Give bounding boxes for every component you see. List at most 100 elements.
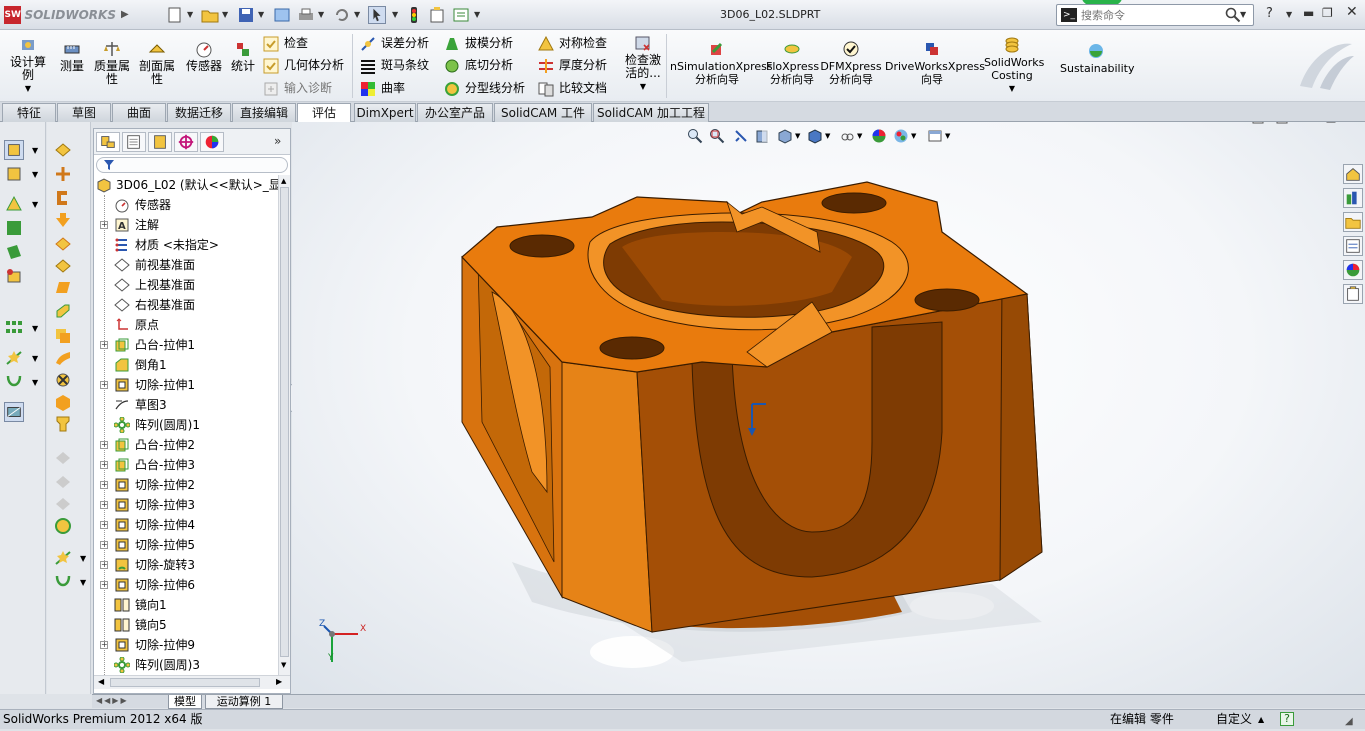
expand-icon[interactable]: + bbox=[100, 581, 108, 589]
compare-documents-button[interactable]: 比较文档 bbox=[538, 79, 607, 97]
select-arrow-icon[interactable] bbox=[368, 6, 386, 24]
home-icon[interactable] bbox=[1343, 164, 1363, 184]
geometry-analysis-button[interactable]: 几何体分析 bbox=[263, 56, 344, 74]
save-icon[interactable] bbox=[237, 6, 255, 24]
instant3d-icon[interactable] bbox=[4, 402, 24, 422]
tree-item[interactable]: + 凸台-拉伸1 bbox=[94, 335, 278, 355]
options-gear-icon[interactable] bbox=[452, 6, 470, 24]
tree-item[interactable]: 草图3 bbox=[94, 395, 278, 415]
measure-button[interactable]: 测量 bbox=[56, 40, 88, 73]
loft-icon[interactable] bbox=[4, 242, 24, 262]
zebra-stripes-button[interactable]: 斑马条纹 bbox=[360, 56, 429, 74]
graphics-area[interactable]: ▼ ▼ ▼ ▼ ▼ X Y Z bbox=[292, 122, 1365, 694]
deform-icon[interactable] bbox=[53, 348, 73, 368]
restore-icon[interactable]: ❐ bbox=[1322, 6, 1333, 20]
extrude-boss-icon[interactable] bbox=[4, 140, 24, 160]
tree-horizontal-scrollbar[interactable]: ◀ ▶ bbox=[94, 675, 290, 689]
view-palette-icon[interactable] bbox=[1343, 236, 1363, 256]
tree-item[interactable]: + 切除-旋转3 bbox=[94, 555, 278, 575]
tree-item[interactable]: + 凸台-拉伸3 bbox=[94, 455, 278, 475]
feature-tree-tab-icon[interactable] bbox=[96, 132, 120, 152]
expand-icon[interactable]: + bbox=[100, 221, 108, 229]
linear-pattern-icon[interactable] bbox=[4, 318, 24, 338]
rebuild-icon[interactable] bbox=[405, 6, 423, 24]
tree-item[interactable]: 倒角1 bbox=[94, 355, 278, 375]
rib-icon[interactable] bbox=[53, 234, 73, 254]
open-dropdown-icon[interactable]: ▼ bbox=[222, 10, 228, 19]
tree-item[interactable]: + 切除-拉伸4 bbox=[94, 515, 278, 535]
helix-icon[interactable] bbox=[53, 572, 73, 592]
appearances-icon[interactable] bbox=[1343, 260, 1363, 280]
expand-icon[interactable]: + bbox=[100, 641, 108, 649]
print-icon[interactable] bbox=[297, 6, 315, 24]
tab-solidcam-machining[interactable]: SolidCAM 加工工程 bbox=[593, 103, 709, 122]
move-face-disabled-icon[interactable] bbox=[53, 448, 73, 468]
search-input[interactable] bbox=[1081, 7, 1221, 23]
flex-icon[interactable] bbox=[53, 302, 73, 322]
tab-scroll-arrows[interactable]: ◀◀▶▶ bbox=[96, 696, 129, 705]
chamfer-tool-icon[interactable] bbox=[53, 164, 73, 184]
tree-item[interactable]: 镜向1 bbox=[94, 595, 278, 615]
design-library-icon[interactable] bbox=[1343, 188, 1363, 208]
split-icon[interactable] bbox=[53, 392, 73, 412]
tab-dimxpert[interactable]: DimXpert bbox=[354, 103, 416, 122]
help-dropdown-icon[interactable]: ▼ bbox=[1286, 10, 1292, 19]
undo-dropdown-icon[interactable]: ▼ bbox=[354, 10, 360, 19]
tree-item[interactable]: 镜向5 bbox=[94, 615, 278, 635]
fillet-icon[interactable] bbox=[53, 140, 73, 160]
open-folder-icon[interactable] bbox=[201, 6, 219, 24]
tab-evaluate[interactable]: 评估 bbox=[297, 103, 351, 123]
replace-face-disabled-icon[interactable] bbox=[53, 494, 73, 514]
expand-icon[interactable]: + bbox=[100, 341, 108, 349]
revolve-icon[interactable] bbox=[4, 194, 24, 214]
search-box[interactable]: >_ bbox=[1056, 4, 1254, 26]
scroll-left-icon[interactable]: ◀ bbox=[98, 677, 104, 686]
tree-item[interactable]: 原点 bbox=[94, 315, 278, 335]
unit-system-selector[interactable]: 自定义 bbox=[1216, 710, 1252, 729]
tab-features[interactable]: 特征 bbox=[2, 103, 56, 122]
tree-item[interactable]: + 切除-拉伸2 bbox=[94, 475, 278, 495]
design-study-button[interactable]: 设计算例 ▼ bbox=[8, 36, 48, 95]
tree-root-part[interactable]: 3D06_L02 (默认<<默认>_显 bbox=[94, 175, 278, 195]
shell-icon[interactable] bbox=[53, 188, 73, 208]
help-icon[interactable]: ? bbox=[1266, 6, 1273, 21]
dropdown-icon[interactable]: ▼ bbox=[32, 146, 38, 155]
tree-item[interactable]: 阵列(圆周)3 bbox=[94, 655, 278, 675]
property-manager-tab-icon[interactable] bbox=[122, 132, 146, 152]
tab-motion-study[interactable]: 运动算例 1 bbox=[205, 695, 283, 709]
tab-solidcam-stock[interactable]: SolidCAM 工件 bbox=[494, 103, 592, 122]
dropdown-icon[interactable]: ▼ bbox=[32, 324, 38, 333]
feature-tree-filter[interactable] bbox=[96, 157, 288, 173]
check-active-button[interactable]: 检查激活的... ▼ bbox=[622, 34, 664, 93]
tree-item[interactable]: 传感器 bbox=[94, 195, 278, 215]
file-explorer-icon[interactable] bbox=[1343, 212, 1363, 232]
display-manager-tab-icon[interactable] bbox=[200, 132, 224, 152]
combine-icon[interactable] bbox=[53, 414, 73, 434]
search-icon[interactable] bbox=[1225, 7, 1241, 23]
delete-face-disabled-icon[interactable] bbox=[53, 472, 73, 492]
parting-line-analysis-button[interactable]: 分型线分析 bbox=[444, 79, 525, 97]
wrap-icon[interactable] bbox=[53, 256, 73, 276]
3d-part-model[interactable] bbox=[292, 122, 1365, 694]
mass-properties-button[interactable]: 质量属性 bbox=[92, 40, 132, 86]
tab-data-migration[interactable]: 数据迁移 bbox=[167, 103, 231, 122]
curves-icon[interactable] bbox=[4, 372, 24, 392]
draft-icon[interactable] bbox=[53, 210, 73, 230]
tree-item[interactable]: + 切除-拉伸1 bbox=[94, 375, 278, 395]
symmetry-check-button[interactable]: 对称检查 bbox=[538, 34, 607, 52]
scroll-right-icon[interactable]: ▶ bbox=[276, 677, 282, 686]
expand-icon[interactable]: + bbox=[100, 381, 108, 389]
freeform-icon[interactable] bbox=[53, 370, 73, 390]
expand-icon[interactable]: + bbox=[100, 481, 108, 489]
dfmxpress-button[interactable]: DFMXpress 分析向导 bbox=[820, 40, 882, 86]
custom-properties-icon[interactable] bbox=[1343, 284, 1363, 304]
thickness-analysis-button[interactable]: 厚度分析 bbox=[538, 56, 607, 74]
simulationxpress-button[interactable]: nSimulationXpress 分析向导 bbox=[670, 40, 773, 86]
expand-icon[interactable]: + bbox=[100, 541, 108, 549]
print-dropdown-icon[interactable]: ▼ bbox=[318, 10, 324, 19]
draft-analysis-button[interactable]: 拔模分析 bbox=[444, 34, 513, 52]
dropdown-icon[interactable]: ▼ bbox=[32, 378, 38, 387]
tree-item[interactable]: + 切除-拉伸3 bbox=[94, 495, 278, 515]
deviation-analysis-button[interactable]: 误差分析 bbox=[360, 34, 429, 52]
save-dropdown-icon[interactable]: ▼ bbox=[258, 10, 264, 19]
